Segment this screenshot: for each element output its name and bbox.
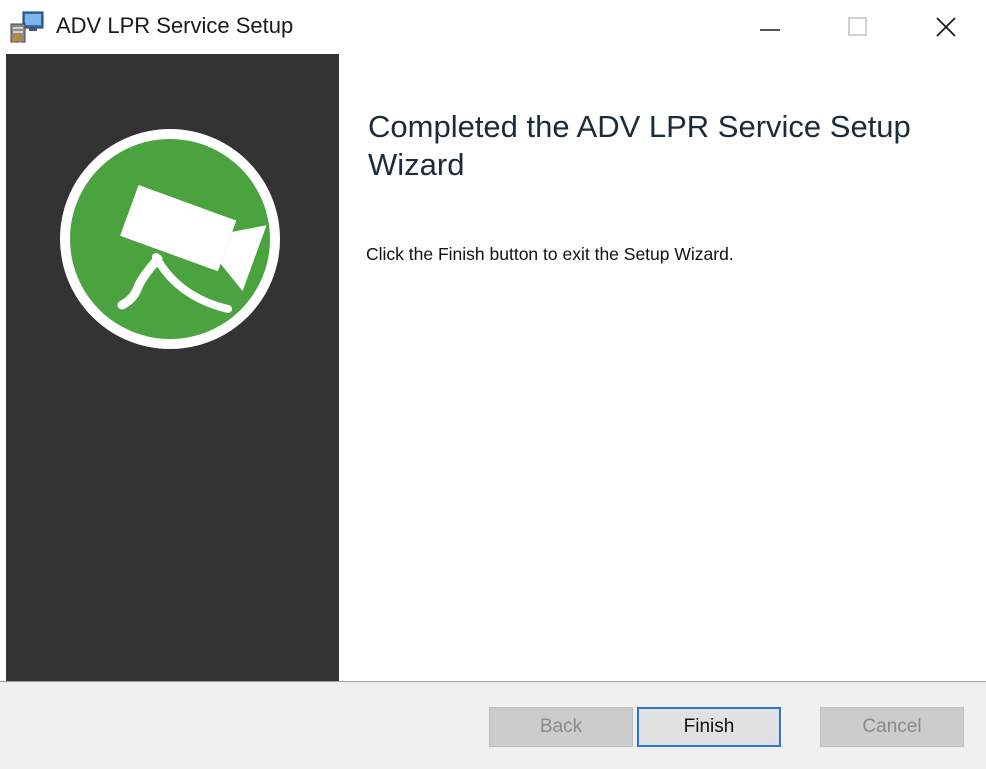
maximize-icon [848, 17, 867, 36]
security-camera-icon [60, 129, 280, 349]
button-bar: Back Finish Cancel [0, 681, 986, 769]
minimize-button[interactable] [724, 0, 816, 54]
back-button[interactable]: Back [489, 707, 633, 747]
window-title: ADV LPR Service Setup [56, 13, 294, 38]
finish-button[interactable]: Finish [637, 707, 781, 747]
setup-window: ADV LPR Service Setup Completed the ADV … [0, 0, 986, 769]
minimize-icon [760, 29, 780, 31]
close-icon [936, 17, 956, 37]
cancel-button[interactable]: Cancel [820, 707, 964, 747]
wizard-banner [6, 54, 339, 681]
instruction-text: Click the Finish button to exit the Setu… [366, 244, 734, 264]
installer-icon [10, 11, 44, 43]
title-bar[interactable]: ADV LPR Service Setup [0, 0, 986, 54]
close-button[interactable] [900, 0, 986, 54]
page-title: Completed the ADV LPR Service Setup Wiza… [368, 109, 911, 182]
maximize-button[interactable] [812, 0, 904, 54]
wizard-content: Completed the ADV LPR Service Setup Wiza… [339, 54, 986, 681]
